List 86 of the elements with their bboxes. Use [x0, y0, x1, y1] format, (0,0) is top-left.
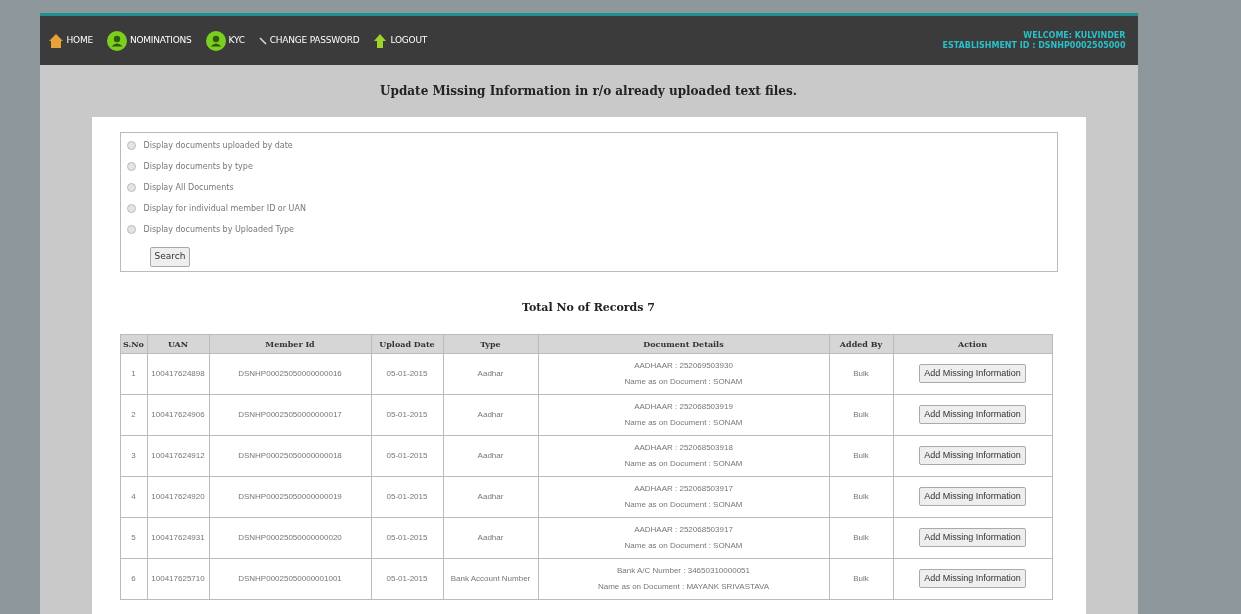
- column-header: S.No: [120, 334, 147, 353]
- table-cell: 3: [120, 435, 147, 476]
- table-cell: 100417624906: [147, 394, 209, 435]
- table-cell: Bulk: [829, 517, 893, 558]
- table-cell: 100417625710: [147, 558, 209, 599]
- table-cell: 05-01-2015: [371, 476, 443, 517]
- table-cell: 100417624912: [147, 435, 209, 476]
- document-detail: AADHAAR : 252068503917: [634, 523, 733, 536]
- column-header: Document Details: [538, 334, 829, 353]
- table-cell: 05-01-2015: [371, 435, 443, 476]
- table-cell: Aadhar: [443, 476, 538, 517]
- radio-label: Display documents uploaded by date: [143, 139, 293, 152]
- column-header: Upload Date: [371, 334, 443, 353]
- table-cell: 100417624920: [147, 476, 209, 517]
- radio-button[interactable]: [126, 183, 136, 192]
- document-detail: Name as on Document : SONAM: [624, 498, 743, 511]
- document-detail: AADHAAR : 252068503918: [634, 441, 733, 454]
- radio-label: Display documents by type: [143, 160, 253, 173]
- table-cell: 05-01-2015: [371, 394, 443, 435]
- table-cell: 05-01-2015: [371, 517, 443, 558]
- table-cell: 1: [120, 353, 147, 394]
- table-cell: DSNHP00025050000000020: [209, 517, 371, 558]
- table-cell: Aadhar: [443, 394, 538, 435]
- table-cell: Bulk: [829, 394, 893, 435]
- table-cell: 05-01-2015: [371, 558, 443, 599]
- radio-button[interactable]: [126, 162, 136, 171]
- records-count: Total No of Records 7: [522, 300, 655, 317]
- column-header: Action: [893, 334, 1052, 353]
- table-cell: 5: [120, 517, 147, 558]
- page-title: Update Missing Information in r/o already uploaded text files.: [380, 83, 797, 100]
- document-detail: AADHAAR : 252069503930: [634, 359, 733, 372]
- table-cell: Bank Account Number: [443, 558, 538, 599]
- radio-button[interactable]: [126, 141, 136, 150]
- table-cell: Bulk: [829, 435, 893, 476]
- welcome-text: WELCOME: KULVINDER: [1023, 30, 1126, 41]
- nav-link[interactable]: CHANGE PASSWORD: [269, 33, 360, 48]
- table-cell: DSNHP00025050000000018: [209, 435, 371, 476]
- column-header: UAN: [147, 334, 209, 353]
- table-cell: 100417624898: [147, 353, 209, 394]
- document-detail: Bank A/C Number : 34650310000051: [617, 564, 750, 577]
- table-cell: Bulk: [829, 558, 893, 599]
- column-header: Member Id: [209, 334, 371, 353]
- table-cell: DSNHP00025050000000017: [209, 394, 371, 435]
- table-cell: Bulk: [829, 476, 893, 517]
- user-icon: [106, 30, 127, 51]
- table-cell: Aadhar: [443, 517, 538, 558]
- table-cell: 100417624931: [147, 517, 209, 558]
- establishment-id: ESTABLISHMENT ID : DSNHP0002505000: [942, 40, 1126, 51]
- document-detail: AADHAAR : 252068503919: [634, 400, 733, 413]
- add-missing-info-button[interactable]: Add Missing Information: [919, 486, 1026, 507]
- add-missing-info-button[interactable]: Add Missing Information: [919, 527, 1026, 548]
- add-missing-info-button[interactable]: Add Missing Information: [919, 568, 1026, 589]
- document-detail: Name as on Document : SONAM: [624, 457, 743, 470]
- nav-link[interactable]: LOGOUT: [390, 33, 428, 48]
- table-cell: DSNHP00025050000000016: [209, 353, 371, 394]
- add-missing-info-button[interactable]: Add Missing Information: [919, 445, 1026, 466]
- radio-button[interactable]: [126, 204, 136, 213]
- table-cell: 05-01-2015: [371, 353, 443, 394]
- up-arrow-icon: [373, 32, 388, 49]
- table-cell: DSNHP00025050000001001: [209, 558, 371, 599]
- house-icon: [47, 32, 64, 49]
- nav-link[interactable]: KYC: [228, 33, 245, 48]
- document-detail: Name as on Document : SONAM: [624, 416, 743, 429]
- add-missing-info-button[interactable]: Add Missing Information: [919, 363, 1026, 384]
- table-cell: DSNHP00025050000000019: [209, 476, 371, 517]
- add-missing-info-button[interactable]: Add Missing Information: [919, 404, 1026, 425]
- table-cell: Bulk: [829, 353, 893, 394]
- document-detail: AADHAAR : 252068503917: [634, 482, 733, 495]
- table-cell: 6: [120, 558, 147, 599]
- table-cell: 2: [120, 394, 147, 435]
- table-cell: Aadhar: [443, 435, 538, 476]
- table-cell: Aadhar: [443, 353, 538, 394]
- radio-button[interactable]: [126, 225, 136, 234]
- radio-label: Display documents by Uploaded Type: [143, 223, 294, 236]
- document-detail: Name as on Document : MAYANK SRIVASTAVA: [597, 580, 770, 593]
- user-icon: [205, 30, 226, 51]
- column-header: Type: [443, 334, 538, 353]
- radio-label: Display for individual member ID or UAN: [143, 202, 306, 215]
- table-cell: 4: [120, 476, 147, 517]
- document-detail: Name as on Document : SONAM: [624, 539, 743, 552]
- document-detail: Name as on Document : SONAM: [624, 375, 743, 388]
- search-button[interactable]: Search: [149, 247, 191, 267]
- column-header: Added By: [829, 334, 893, 353]
- radio-label: Display All Documents: [143, 181, 234, 194]
- nav-link[interactable]: HOME: [66, 33, 93, 48]
- nav-link[interactable]: NOMINATIONS: [129, 33, 192, 48]
